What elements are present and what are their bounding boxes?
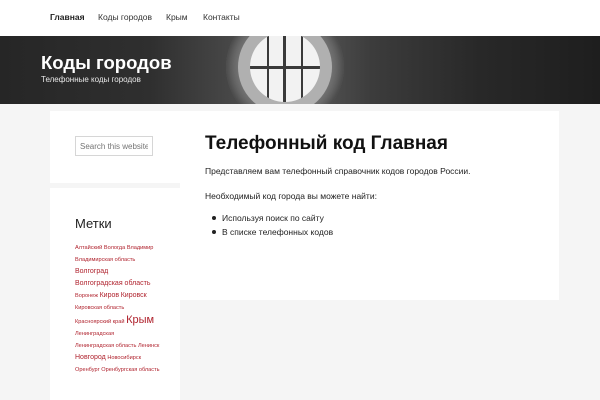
tag-link[interactable]: Кировская область: [75, 305, 124, 311]
site-header-banner: Коды городов: [0, 36, 600, 104]
tag-link[interactable]: Оренбург: [75, 367, 100, 373]
main-content: Телефонный код Главная Представляем вам …: [180, 111, 559, 300]
site-title[interactable]: Коды городов: [41, 52, 172, 74]
tag-link[interactable]: Красноярский край: [75, 319, 124, 325]
tag-link[interactable]: Владимир: [127, 245, 154, 251]
list-item: Используя поиск по сайту: [212, 213, 333, 227]
list-item: В списке телефонных кодов: [212, 227, 333, 241]
tag-link[interactable]: Ленинск: [138, 343, 159, 349]
tag-link[interactable]: Волгоградская область: [75, 280, 150, 287]
list-item-text: В списке телефонных кодов: [222, 227, 334, 237]
tag-link[interactable]: Оренбургская область: [101, 367, 159, 373]
tag-link[interactable]: Крым: [126, 314, 154, 326]
tag-link[interactable]: Вологда: [104, 245, 125, 251]
tag-link[interactable]: Киров: [100, 292, 120, 299]
search-input[interactable]: [75, 136, 153, 156]
top-navigation: Главная Коды городов Крым Контакты: [0, 0, 600, 36]
list-item-text: Используя поиск по сайту: [222, 213, 324, 223]
nav-item-contacts[interactable]: Контакты: [203, 12, 240, 22]
bullet-icon: [212, 230, 216, 234]
tag-link[interactable]: Ленинградская область: [75, 343, 136, 349]
site-tagline: Телефонные коды городов: [41, 75, 141, 84]
lead-text: Необходимый код города вы можете найти:: [205, 191, 377, 201]
tag-link[interactable]: Волгоград: [75, 268, 108, 275]
nav-item-city-codes[interactable]: Коды городов: [98, 12, 152, 22]
tag-cloud: Алтайский Вологда Владимир Владимирская …: [75, 242, 165, 376]
bullet-icon: [212, 216, 216, 220]
tag-link[interactable]: Воронеж: [75, 293, 98, 299]
nav-item-home[interactable]: Главная: [50, 12, 85, 22]
tag-link[interactable]: Алтайский: [75, 245, 102, 251]
tag-link[interactable]: Ленинградская: [75, 331, 114, 337]
tag-link[interactable]: Кировск: [121, 292, 147, 299]
tag-link[interactable]: Владимирская область: [75, 257, 135, 263]
intro-text: Представляем вам телефонный справочник к…: [205, 166, 471, 176]
nav-item-crimea[interactable]: Крым: [166, 12, 188, 22]
page-title: Телефонный код Главная: [205, 133, 448, 154]
tag-link[interactable]: Новгород: [75, 354, 106, 361]
tag-link[interactable]: Новосибирск: [107, 355, 141, 361]
content-list: Используя поиск по сайту В списке телефо…: [212, 213, 333, 241]
tags-widget-title: Метки: [75, 216, 112, 231]
